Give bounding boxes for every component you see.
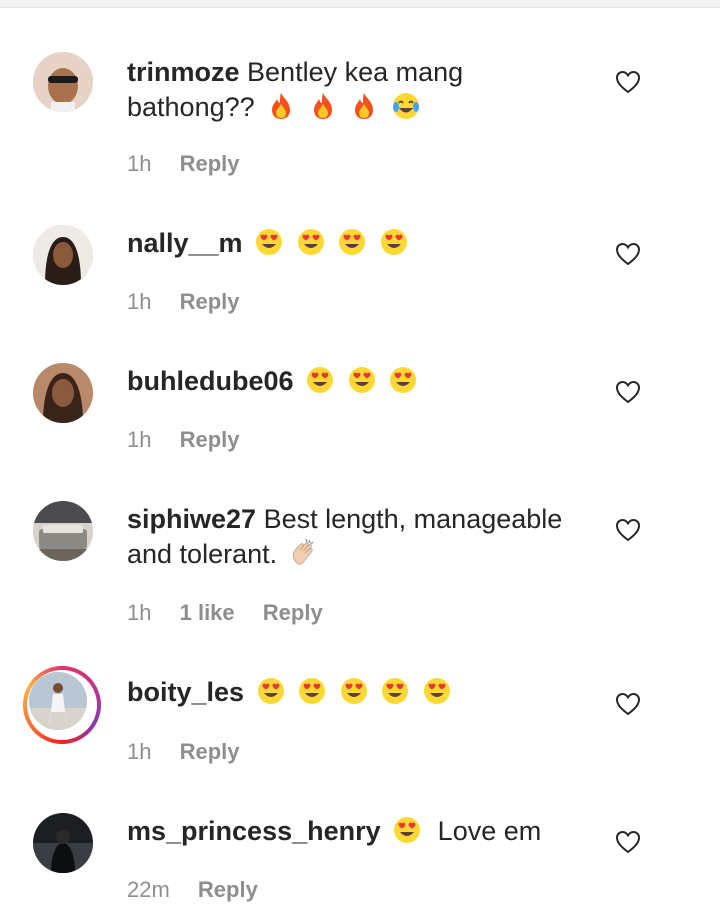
heart-eyes-icon xyxy=(305,365,335,395)
comment-body: Love em xyxy=(437,816,542,846)
heart-eyes-icon xyxy=(337,227,367,257)
avatar[interactable] xyxy=(33,813,93,873)
fire-icon xyxy=(349,91,379,121)
comment-text: trinmoze Bentley kea mang bathong?? xyxy=(127,55,597,125)
username[interactable]: boity_les xyxy=(127,677,244,707)
comment-body: Bentley kea mang xyxy=(247,57,464,87)
heart-eyes-icon xyxy=(388,365,418,395)
comment-meta: 1h Reply xyxy=(127,427,262,453)
heart-eyes-icon xyxy=(296,227,326,257)
like-heart-icon[interactable] xyxy=(614,378,642,406)
username[interactable]: siphiwe27 xyxy=(127,504,256,534)
comment-body: and tolerant. xyxy=(127,539,278,569)
username[interactable]: ms_princess_henry xyxy=(127,816,381,846)
comment-body: Best length, manageable xyxy=(263,504,563,534)
avatar[interactable] xyxy=(33,501,93,561)
like-heart-icon[interactable] xyxy=(614,240,642,268)
like-count[interactable]: 1 like xyxy=(180,600,235,625)
heart-eyes-icon xyxy=(379,227,409,257)
timestamp: 1h xyxy=(127,427,152,452)
reply-button[interactable]: Reply xyxy=(180,427,240,452)
comment-text: buhledube06 xyxy=(127,364,597,399)
clapping-hands-icon xyxy=(289,538,319,568)
fire-icon xyxy=(308,91,338,121)
comment-meta: 1h 1 like Reply xyxy=(127,600,345,626)
heart-eyes-icon xyxy=(380,676,410,706)
avatar[interactable] xyxy=(33,52,93,112)
like-heart-icon[interactable] xyxy=(614,828,642,856)
reply-button[interactable]: Reply xyxy=(180,289,240,314)
timestamp: 22m xyxy=(127,877,170,902)
avatar xyxy=(29,672,87,730)
heart-eyes-icon xyxy=(254,227,284,257)
fire-icon xyxy=(266,91,296,121)
reply-button[interactable]: Reply xyxy=(180,739,240,764)
avatar[interactable] xyxy=(33,363,93,423)
tears-of-joy-icon xyxy=(391,91,421,121)
comment-meta: 1h Reply xyxy=(127,739,262,765)
comment-meta: 1h Reply xyxy=(127,289,262,315)
heart-eyes-icon xyxy=(297,676,327,706)
comment-body: bathong?? xyxy=(127,92,255,122)
comment-text: boity_les xyxy=(127,675,597,710)
like-heart-icon[interactable] xyxy=(614,68,642,96)
reply-button[interactable]: Reply xyxy=(198,877,258,902)
comment-text: nally__m xyxy=(127,226,597,261)
top-divider xyxy=(0,0,720,8)
comment-meta: 1h Reply xyxy=(127,151,262,177)
comment-meta: 22m Reply xyxy=(127,877,280,903)
timestamp: 1h xyxy=(127,739,152,764)
story-ring[interactable] xyxy=(23,666,101,744)
reply-button[interactable]: Reply xyxy=(263,600,323,625)
avatar[interactable] xyxy=(33,225,93,285)
like-heart-icon[interactable] xyxy=(614,690,642,718)
username[interactable]: buhledube06 xyxy=(127,366,294,396)
timestamp: 1h xyxy=(127,289,152,314)
timestamp: 1h xyxy=(127,151,152,176)
username[interactable]: nally__m xyxy=(127,228,243,258)
heart-eyes-icon xyxy=(422,676,452,706)
timestamp: 1h xyxy=(127,600,152,625)
reply-button[interactable]: Reply xyxy=(180,151,240,176)
heart-eyes-icon xyxy=(347,365,377,395)
username[interactable]: trinmoze xyxy=(127,57,240,87)
comment-text: siphiwe27 Best length, manageable and to… xyxy=(127,502,597,572)
like-heart-icon[interactable] xyxy=(614,516,642,544)
comment-text: ms_princess_henry Love em xyxy=(127,814,597,849)
heart-eyes-icon xyxy=(339,676,369,706)
heart-eyes-icon xyxy=(256,676,286,706)
heart-eyes-icon xyxy=(392,815,422,845)
